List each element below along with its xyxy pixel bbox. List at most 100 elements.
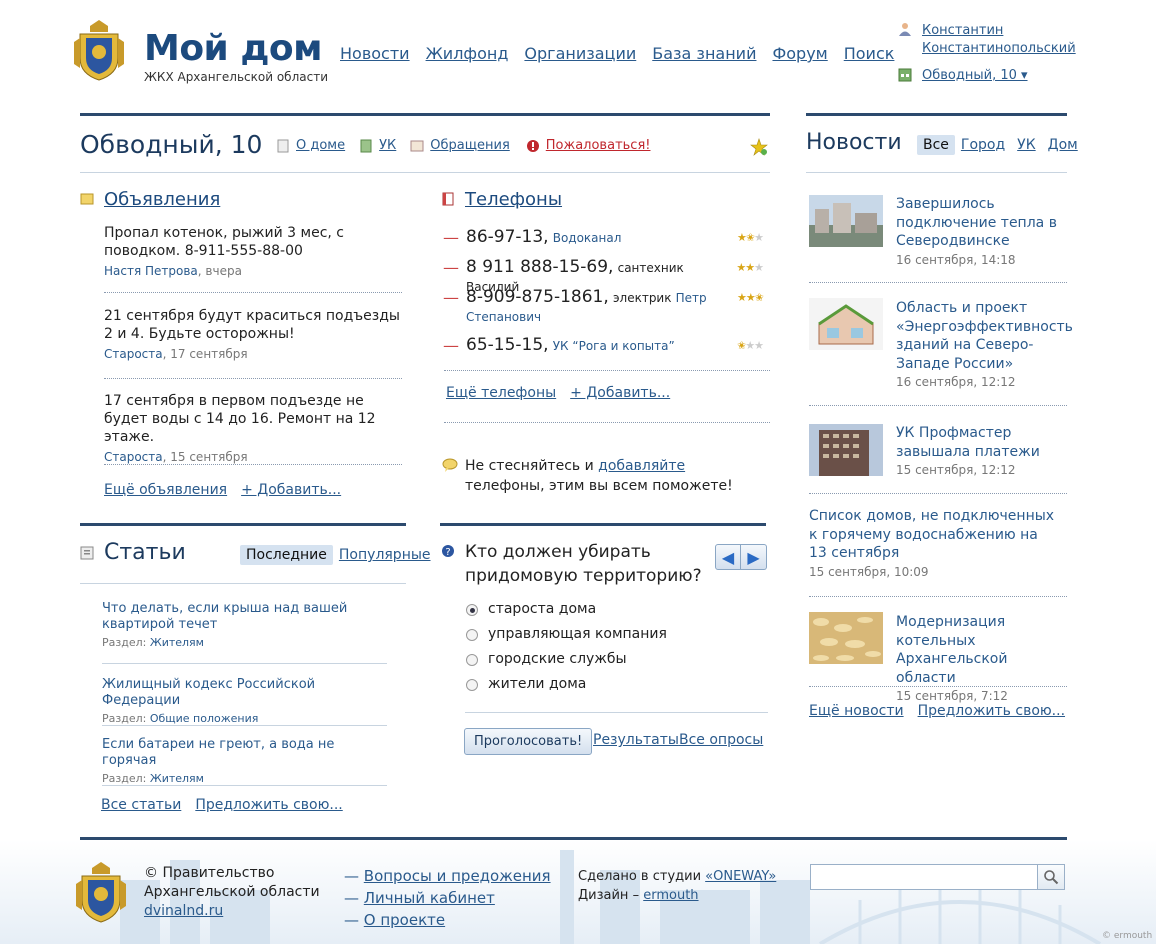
user-first-name[interactable]: Константин: [922, 22, 1072, 40]
ad-author[interactable]: Староста: [104, 347, 163, 361]
poll-option-label[interactable]: жители дома: [488, 676, 586, 692]
suggest-news-link[interactable]: Предложить свою...: [918, 703, 1065, 719]
article-section-link[interactable]: Общие положения: [150, 712, 259, 725]
nav-search[interactable]: Поиск: [844, 44, 895, 63]
poll-option-radio[interactable]: [466, 679, 478, 691]
article-title[interactable]: Если батареи не греют, а вода не горячая: [102, 737, 387, 769]
add-ad-link[interactable]: + Добавить...: [241, 482, 341, 498]
news-date: 15 сентября, 7:12: [896, 689, 1008, 703]
news-tab-all[interactable]: Все: [917, 135, 955, 155]
add-phone-link[interactable]: + Добавить...: [570, 385, 670, 401]
news-tab-uk[interactable]: УК: [1017, 137, 1035, 153]
tab-management-company[interactable]: УК: [379, 138, 396, 153]
phone-number[interactable]: 8 911 888-15-69,: [466, 257, 613, 277]
phone-description: электрик: [612, 291, 672, 305]
nav-forum[interactable]: Форум: [772, 44, 827, 63]
user-profile-link[interactable]: Константин Константинопольский: [922, 22, 1076, 58]
document-icon: [277, 139, 289, 152]
rating-stars[interactable]: ✬★★: [737, 338, 764, 353]
article-section-link[interactable]: Жителям: [150, 772, 204, 785]
news-thumbnail-wood-chips[interactable]: [809, 612, 883, 664]
rating-stars[interactable]: ★✬★: [737, 230, 764, 245]
alert-icon: [526, 139, 539, 152]
poll-option-radio[interactable]: [466, 629, 478, 641]
article-title[interactable]: Жилищный кодекс Российской Федерации: [102, 677, 387, 709]
nav-organizations[interactable]: Организации: [524, 44, 636, 63]
copyright-line: © Правительство: [144, 865, 275, 881]
tab-latest[interactable]: Последние: [240, 545, 333, 565]
ad-author[interactable]: Староста: [104, 450, 163, 464]
ads-heading[interactable]: Объявления: [104, 189, 220, 210]
more-phones-link[interactable]: Ещё телефоны: [446, 385, 556, 401]
complain-link[interactable]: Пожаловаться!: [546, 138, 651, 153]
tab-about-house[interactable]: О доме: [296, 138, 345, 153]
article-section-label: Раздел:: [102, 636, 147, 649]
suggest-article-link[interactable]: Предложить свою...: [195, 797, 342, 813]
main-top-rule: [80, 113, 770, 116]
footer-search-button[interactable]: [1037, 864, 1065, 890]
dash-marker: —: [443, 288, 459, 307]
site-subtitle: ЖКХ Архангельской области: [144, 70, 328, 84]
nav-housing[interactable]: Жилфонд: [426, 44, 509, 63]
ad-date: , 15 сентября: [162, 450, 248, 464]
footer-search-input[interactable]: [810, 864, 1037, 890]
site-title[interactable]: Мой дом: [144, 28, 323, 69]
tab-popular[interactable]: Популярные: [339, 547, 431, 563]
poll-option-radio[interactable]: [466, 604, 478, 616]
star-icon: ★: [737, 231, 747, 244]
phones-hint: Не стесняйтесь и добавляйте телефоны, эт…: [465, 456, 765, 496]
poll-option-label[interactable]: городские службы: [488, 651, 627, 667]
footer-credit-mark: © ermouth: [1102, 931, 1153, 941]
more-news-link[interactable]: Ещё новости: [809, 703, 904, 719]
news-title[interactable]: Завершилось подключение тепла в Северодв…: [896, 195, 1066, 251]
news-tab-house[interactable]: Дом: [1048, 137, 1078, 153]
news-title[interactable]: УК Профмастер завышала платежи: [896, 424, 1066, 461]
hint-add-link[interactable]: добавляйте: [598, 458, 685, 474]
all-polls-link[interactable]: Все опросы: [679, 732, 763, 748]
news-thumbnail-building[interactable]: [809, 424, 883, 476]
designer-link[interactable]: ermouth: [643, 888, 698, 903]
coat-of-arms-logo[interactable]: [72, 18, 126, 82]
footer-feedback-link[interactable]: Вопросы и предожения: [364, 867, 551, 885]
user-last-name[interactable]: Константинопольский: [922, 40, 1076, 58]
news-title[interactable]: Модернизация котельных Архангельской обл…: [896, 613, 1066, 687]
phone-number[interactable]: 86-97-13,: [466, 227, 549, 247]
news-title[interactable]: Список домов, не подключенных к горячему…: [809, 507, 1059, 563]
footer-account-link[interactable]: Личный кабинет: [364, 889, 495, 907]
phone-owner-link[interactable]: Водоканал: [553, 231, 622, 245]
all-articles-link[interactable]: Все статьи: [101, 797, 181, 813]
search-icon: [1044, 870, 1059, 885]
rating-stars[interactable]: ★★✬: [737, 290, 764, 305]
news-tab-city[interactable]: Город: [961, 137, 1005, 153]
address-selector[interactable]: Обводный, 10 ▾: [922, 68, 1028, 83]
phones-actions: Ещё телефоны + Добавить...: [446, 385, 670, 401]
article-section-link[interactable]: Жителям: [150, 636, 204, 649]
footer-about-link[interactable]: О проекте: [364, 911, 445, 929]
nav-knowledge-base[interactable]: База знаний: [652, 44, 756, 63]
phone-number[interactable]: 65-15-15,: [466, 335, 549, 355]
news-thumbnail-city[interactable]: [809, 195, 883, 247]
ad-text: Пропал котенок, рыжий 3 мес, с поводком.…: [104, 225, 345, 259]
poll-option-label[interactable]: управляющая компания: [488, 626, 667, 642]
poll-option-label[interactable]: староста дома: [488, 601, 596, 617]
studio-link[interactable]: «ONEWAY»: [705, 869, 776, 884]
next-poll-button[interactable]: ▶: [741, 544, 767, 570]
article-title[interactable]: Что делать, если крыша над вашей квартир…: [102, 601, 387, 633]
letter-icon: [410, 140, 424, 151]
vote-button[interactable]: Проголосовать!: [464, 728, 593, 755]
site-link[interactable]: dvinalnd.ru: [144, 902, 320, 921]
news-thumbnail-house-diagram[interactable]: [809, 298, 883, 350]
favorite-star-icon[interactable]: [750, 138, 768, 156]
rating-stars[interactable]: ★★★: [736, 260, 764, 275]
prev-poll-button[interactable]: ◀: [715, 544, 741, 570]
more-ads-link[interactable]: Ещё объявления: [104, 482, 227, 498]
ad-author[interactable]: Настя Петрова: [104, 264, 198, 278]
tab-appeals[interactable]: Обращения: [430, 138, 509, 153]
phones-heading[interactable]: Телефоны: [465, 189, 562, 210]
nav-news[interactable]: Новости: [340, 44, 410, 63]
poll-option-radio[interactable]: [466, 654, 478, 666]
phone-owner-link[interactable]: УК “Рога и копыта”: [553, 339, 675, 353]
news-title[interactable]: Область и проект «Энергоэффективность зд…: [896, 299, 1073, 373]
phone-number[interactable]: 8-909-875-1861,: [466, 287, 609, 307]
poll-results-link[interactable]: Результаты: [593, 732, 679, 748]
